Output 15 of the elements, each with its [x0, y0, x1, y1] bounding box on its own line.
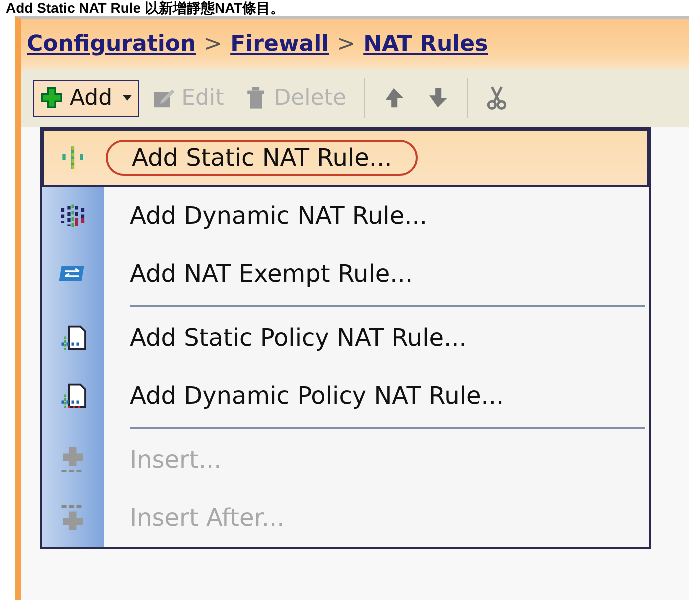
menu-item[interactable]: Add Static Policy NAT Rule...	[42, 309, 649, 367]
breadcrumb-link[interactable]: Firewall	[230, 32, 330, 56]
breadcrumb-link[interactable]: Configuration	[27, 32, 196, 56]
menu-item[interactable]: Add NAT Exempt Rule...	[42, 245, 649, 303]
breadcrumb-link[interactable]: NAT Rules	[364, 32, 488, 56]
menu-item[interactable]: Add Dynamic NAT Rule...	[42, 187, 649, 245]
caret-icon	[122, 95, 132, 101]
plus-icon	[40, 86, 64, 110]
caption: Add Static NAT Rule 以新增靜態NAT條目。	[6, 0, 285, 16]
menu-item[interactable]: Add Dynamic Policy NAT Rule...	[42, 367, 649, 425]
scissors-icon	[484, 86, 508, 110]
add-dropdown-button[interactable]: Add	[33, 80, 139, 116]
breadcrumb-separator: >	[204, 32, 223, 56]
breadcrumb-separator: >	[337, 32, 356, 56]
menu-item[interactable]: Add Static NAT Rule...	[42, 129, 649, 187]
